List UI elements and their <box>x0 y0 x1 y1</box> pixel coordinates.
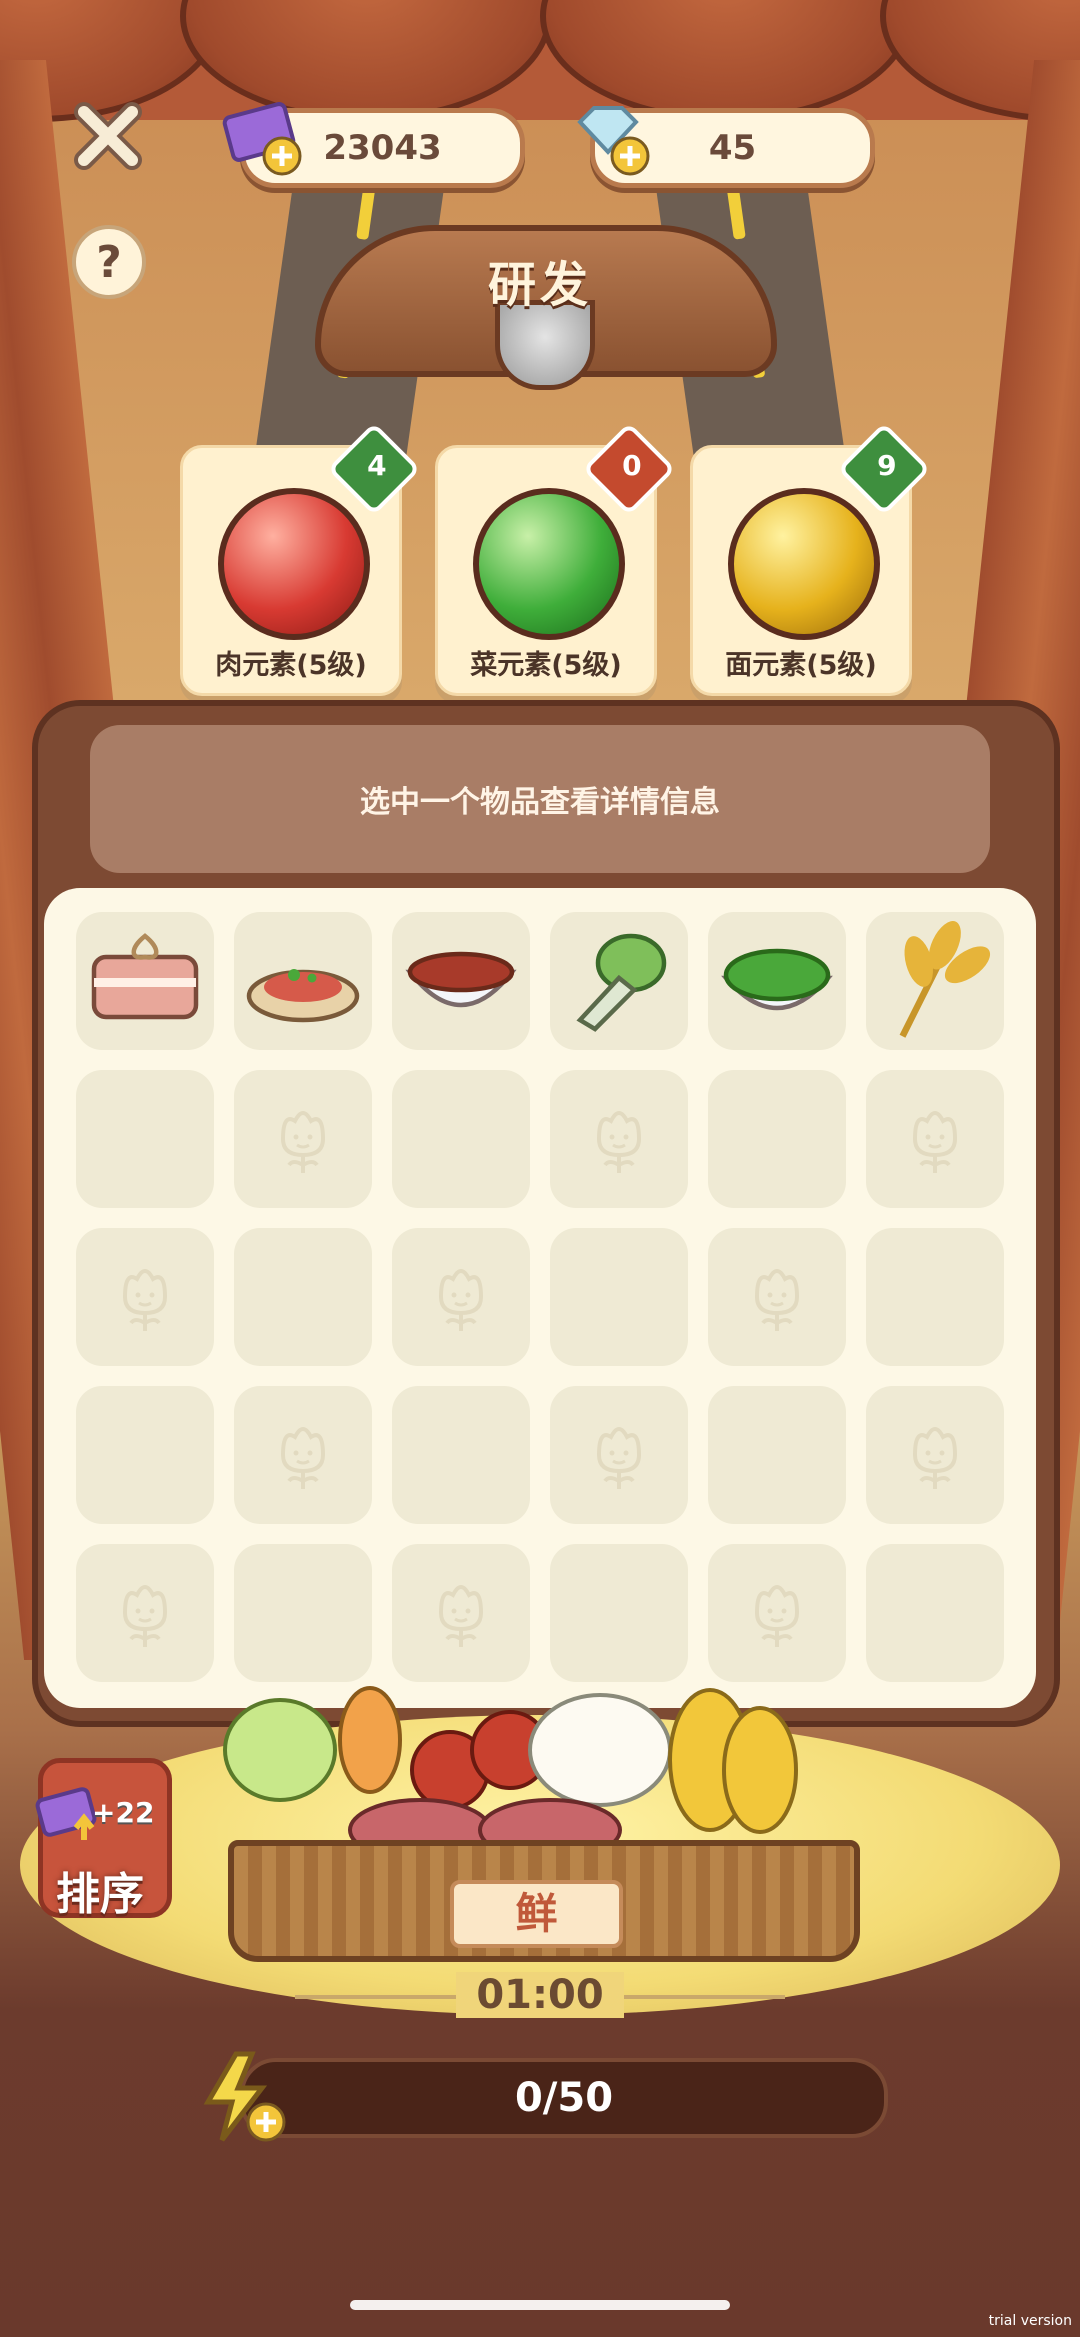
item-slot-empty[interactable] <box>550 1544 688 1682</box>
item-slot-empty[interactable] <box>708 1228 846 1366</box>
lightning-plus-icon <box>203 2051 286 2142</box>
item-slot-empty[interactable] <box>76 1070 214 1208</box>
item-slot-empty[interactable] <box>76 1386 214 1524</box>
item-slot-empty[interactable] <box>234 1544 372 1682</box>
gem-add-button[interactable] <box>570 100 656 180</box>
help-button[interactable]: ? <box>72 225 146 299</box>
item-slot-bok-choy[interactable] <box>550 912 688 1050</box>
item-slot-pork-belly[interactable] <box>76 912 214 1050</box>
gem-plus-icon <box>577 106 650 176</box>
empty-slot-flower-icon <box>912 1111 958 1173</box>
noodle-orb-icon <box>728 488 880 640</box>
empty-slot-flower-icon <box>596 1427 642 1489</box>
item-slot-empty[interactable] <box>234 1070 372 1208</box>
inventory-grid <box>76 912 1006 1682</box>
wheat-icon <box>899 921 991 1038</box>
element-label: 面元素(5级) <box>725 650 877 681</box>
minced-meat-bowl-icon <box>405 951 517 1008</box>
info-box: 选中一个物品查看详情信息 <box>90 725 990 873</box>
ticket-plus-icon <box>222 102 302 176</box>
ticket-amount: 23043 <box>323 128 442 168</box>
pork-belly-icon <box>91 933 199 1020</box>
vegetable-orb-icon <box>473 488 625 640</box>
empty-slot-flower-icon <box>912 1427 958 1489</box>
empty-slot-flower-icon <box>754 1269 800 1331</box>
element-card-noodle[interactable]: 面元素(5级) 9 <box>690 422 931 696</box>
item-slot-empty[interactable] <box>392 1386 530 1524</box>
green-veg-bowl-icon <box>721 948 833 1011</box>
sort-label: 排序 <box>56 1869 144 1920</box>
item-slot-green-veg-bowl[interactable] <box>708 912 846 1050</box>
item-slot-empty[interactable] <box>866 1070 1004 1208</box>
item-slot-empty[interactable] <box>392 1228 530 1366</box>
item-slot-empty[interactable] <box>708 1386 846 1524</box>
gem-amount: 45 <box>708 128 757 168</box>
empty-slot-flower-icon <box>280 1427 326 1489</box>
element-label: 菜元素(5级) <box>470 650 622 681</box>
item-slot-empty[interactable] <box>392 1070 530 1208</box>
home-indicator[interactable] <box>350 2300 730 2310</box>
item-slot-empty[interactable] <box>76 1228 214 1366</box>
food-pile-illustration <box>220 1680 860 1862</box>
empty-slot-flower-icon <box>280 1111 326 1173</box>
timer: 01:00 <box>300 1972 780 2018</box>
empty-slot-flower-icon <box>122 1269 168 1331</box>
empty-slot-flower-icon <box>122 1585 168 1647</box>
close-icon <box>74 102 142 170</box>
page-title: 研发 <box>487 257 592 313</box>
item-slot-empty[interactable] <box>866 1386 1004 1524</box>
stir-fried-meat-icon <box>246 969 360 1023</box>
empty-slot-flower-icon <box>754 1585 800 1647</box>
item-slot-empty[interactable] <box>550 1386 688 1524</box>
item-slot-empty[interactable] <box>234 1228 372 1366</box>
timer-text: 01:00 <box>456 1972 624 2018</box>
empty-slot-flower-icon <box>438 1269 484 1331</box>
element-label: 肉元素(5级) <box>215 650 367 681</box>
element-card-vegetable[interactable]: 菜元素(5级) 0 <box>435 422 676 696</box>
item-slot-empty[interactable] <box>550 1228 688 1366</box>
item-slot-empty[interactable] <box>866 1228 1004 1366</box>
energy-add-button[interactable] <box>196 2048 290 2148</box>
meat-orb-icon <box>218 488 370 640</box>
item-slot-empty[interactable] <box>550 1070 688 1208</box>
empty-slot-flower-icon <box>438 1585 484 1647</box>
item-slot-empty[interactable] <box>234 1386 372 1524</box>
item-slot-empty[interactable] <box>708 1544 846 1682</box>
info-hint: 选中一个物品查看详情信息 <box>360 785 720 820</box>
energy-progress-bar: 0/50 <box>240 2058 888 2138</box>
ticket-add-button[interactable] <box>222 100 308 180</box>
item-slot-empty[interactable] <box>76 1544 214 1682</box>
ticket-bonus: +22 <box>92 1796 155 1829</box>
bok-choy-icon <box>576 933 667 1032</box>
trial-watermark: trial version <box>988 2313 1072 2329</box>
help-icon: ? <box>96 236 122 288</box>
item-slot-stir-fried-meat[interactable] <box>234 912 372 1050</box>
element-card-meat[interactable]: 肉元素(5级) 4 <box>180 422 421 696</box>
item-slot-wheat[interactable] <box>866 912 1004 1050</box>
energy-progress-text: 0/50 <box>514 2075 614 2121</box>
close-button[interactable] <box>72 100 144 172</box>
item-slot-empty[interactable] <box>866 1544 1004 1682</box>
basket-tag: 鲜 <box>450 1880 623 1948</box>
item-slot-minced-meat-bowl[interactable] <box>392 912 530 1050</box>
empty-slot-flower-icon <box>596 1111 642 1173</box>
item-slot-empty[interactable] <box>708 1070 846 1208</box>
item-slot-empty[interactable] <box>392 1544 530 1682</box>
